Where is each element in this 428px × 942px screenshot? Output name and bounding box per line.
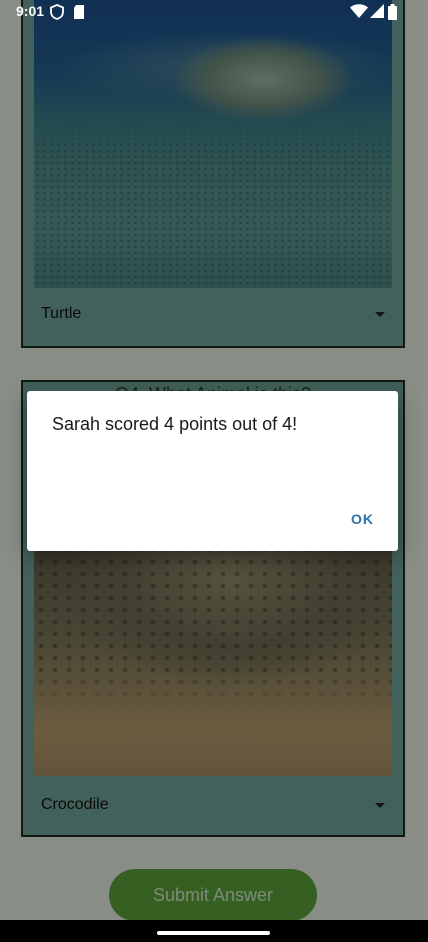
home-gesture-handle[interactable] [157, 931, 270, 935]
sd-card-icon [73, 4, 85, 23]
status-time: 9:01 [16, 3, 45, 19]
battery-icon [388, 4, 397, 23]
navigation-bar [0, 920, 428, 942]
score-dialog: Sarah scored 4 points out of 4! OK [27, 391, 398, 551]
ok-button[interactable]: OK [351, 511, 374, 527]
signal-icon [370, 4, 384, 22]
status-bar: 9:01 [0, 0, 428, 24]
shield-icon [50, 4, 64, 23]
dialog-message: Sarah scored 4 points out of 4! [52, 414, 298, 434]
wifi-icon [350, 4, 368, 22]
